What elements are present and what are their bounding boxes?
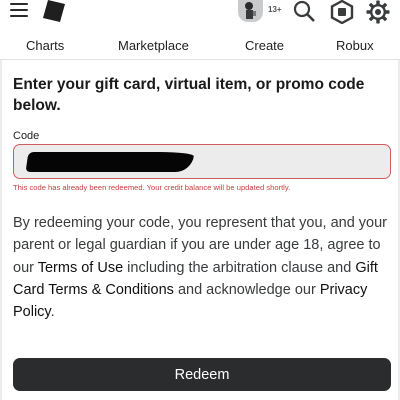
robux-icon[interactable] [330,0,354,24]
nav-item-robux[interactable]: Robux [336,38,374,53]
terms-of-use-link[interactable]: Terms of Use [38,260,123,276]
error-message: This code has already been redeemed. You… [13,183,291,192]
redacted-code-overlay [25,152,195,172]
top-bar: 13+ [0,0,400,26]
age-badge: 13+ [268,5,282,14]
avatar-icon[interactable] [238,0,263,22]
code-label: Code [13,130,40,142]
nav-item-create[interactable]: Create [245,38,284,53]
notice-text: and acknowledge our [173,281,320,298]
gear-icon[interactable] [366,0,390,24]
hamburger-menu-icon[interactable] [10,3,28,17]
page-title: Enter your gift card, virtual item, or p… [13,76,365,114]
nav-item-charts[interactable]: Charts [26,38,64,53]
redeem-button[interactable]: Redeem [13,358,391,391]
legal-notice: By redeeming your code, you represent th… [13,212,395,323]
search-icon[interactable] [292,0,316,22]
roblox-logo-icon[interactable] [43,0,65,22]
notice-text: . [50,304,55,321]
redeem-panel: Enter your gift card, virtual item, or p… [0,60,400,400]
nav-bar: Charts Marketplace Create Robux [0,30,400,60]
notice-text: including the arbitration clause and [123,259,356,276]
nav-item-marketplace[interactable]: Marketplace [118,38,189,53]
